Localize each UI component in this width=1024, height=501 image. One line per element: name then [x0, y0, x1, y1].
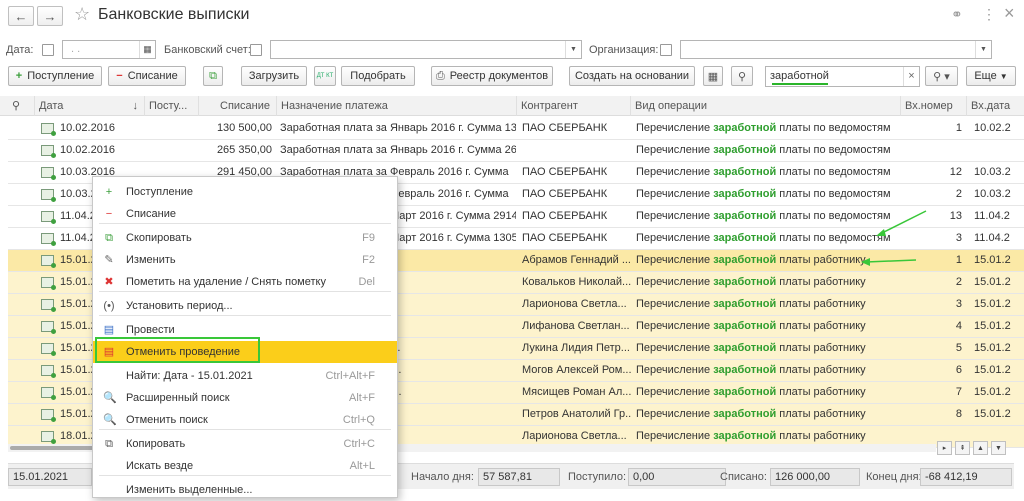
footer-date: 15.01.2021 — [8, 468, 92, 486]
menu-item-advanced-search[interactable]: 🔍 Расширенный поиск Alt+F — [93, 387, 397, 409]
minus-icon: − — [105, 208, 113, 220]
menu-item-label: Найти: Дата - 15.01.2021 — [126, 370, 253, 382]
delete-mark-icon: ✖ — [104, 276, 114, 288]
menu-item-mark-delete[interactable]: ✖ Пометить на удаление / Снять пометку Del — [93, 271, 397, 293]
find-icon — [103, 370, 115, 382]
highlight-frame — [95, 337, 260, 363]
menu-item-shortcut: Alt+L — [349, 460, 375, 472]
menu-item-shortcut: Del — [358, 276, 375, 288]
post-icon: ▤ — [103, 324, 115, 336]
edit-selected-icon — [103, 484, 115, 496]
period-icon: (•) — [103, 300, 115, 312]
menu-item-find[interactable]: Найти: Дата - 15.01.2021 Ctrl+Alt+F — [93, 365, 397, 387]
annotation-arrowhead-1 — [876, 229, 886, 236]
search-everywhere-icon — [103, 460, 115, 472]
context-menu: + Поступление − Списание ⧉ Скопировать F9 ✎ Изме… — [92, 176, 398, 498]
menu-item-shortcut: Alt+F — [349, 392, 375, 404]
scrollbar-thumb[interactable] — [10, 446, 95, 450]
search-icon: 🔍 — [103, 392, 117, 404]
footer-in-value: 0,00 — [628, 468, 726, 486]
scroll-down-button[interactable]: ▼ — [991, 441, 1006, 455]
menu-item-label: Искать везде — [126, 460, 194, 472]
menu-item-label: Отменить поиск — [126, 414, 208, 426]
footer-start-value: 57 587,81 — [478, 468, 560, 486]
cancel-search-icon: 🔍 — [103, 414, 117, 426]
menu-item-label: Копировать — [126, 438, 186, 450]
menu-item-set-period[interactable]: (•) Установить период... — [93, 295, 397, 317]
menu-item-label: Списание — [126, 208, 176, 220]
menu-item-search-everywhere[interactable]: Искать везде Alt+L — [93, 455, 397, 477]
menu-item-label: Изменить — [126, 254, 176, 266]
menu-item-writeoff[interactable]: − Списание — [93, 203, 397, 225]
footer-in-label: Поступило: — [568, 471, 627, 483]
footer-end-value: -68 412,19 — [920, 468, 1012, 486]
footer-start-label: Начало дня: — [411, 471, 474, 483]
footer-end-label: Конец дня: — [866, 471, 922, 483]
menu-item-shortcut: Ctrl+Alt+F — [325, 370, 375, 382]
scroll-right-button[interactable]: ▸ — [937, 441, 952, 455]
menu-item-copy[interactable]: ⧉ Копировать Ctrl+C — [93, 433, 397, 455]
annotation-arrowhead-2 — [861, 258, 870, 266]
scroll-up-button[interactable]: ▲ — [973, 441, 988, 455]
copy-doc-icon: ⧉ — [105, 232, 113, 244]
menu-item-cancel-posting[interactable]: ▤ Отменить проведение — [93, 337, 397, 363]
menu-item-shortcut: F2 — [362, 254, 375, 266]
menu-item-label: Пометить на удаление / Снять пометку — [126, 276, 326, 288]
menu-item-shortcut: F9 — [362, 232, 375, 244]
menu-item-cancel-search[interactable]: 🔍 Отменить поиск Ctrl+Q — [93, 409, 397, 431]
menu-item-shortcut: Ctrl+Q — [342, 414, 375, 426]
pencil-icon: ✎ — [104, 254, 114, 266]
scroll-top-button[interactable]: ⇞ — [955, 441, 970, 455]
menu-item-copy-doc[interactable]: ⧉ Скопировать F9 — [93, 227, 397, 249]
annotation-arrow-1 — [879, 210, 927, 235]
menu-item-income[interactable]: + Поступление — [93, 181, 397, 203]
menu-item-edit[interactable]: ✎ Изменить F2 — [93, 249, 397, 271]
menu-item-label: Установить период... — [126, 300, 233, 312]
menu-item-label: Скопировать — [126, 232, 192, 244]
footer-out-label: Списано: — [720, 471, 767, 483]
annotation-arrow-2 — [865, 259, 917, 263]
copy-icon: ⧉ — [105, 438, 113, 450]
menu-item-label: Поступление — [126, 186, 194, 198]
footer-out-value: 126 000,00 — [770, 468, 860, 486]
plus-icon: + — [105, 186, 113, 198]
menu-item-label: Расширенный поиск — [126, 392, 230, 404]
menu-item-shortcut: Ctrl+C — [343, 438, 375, 450]
